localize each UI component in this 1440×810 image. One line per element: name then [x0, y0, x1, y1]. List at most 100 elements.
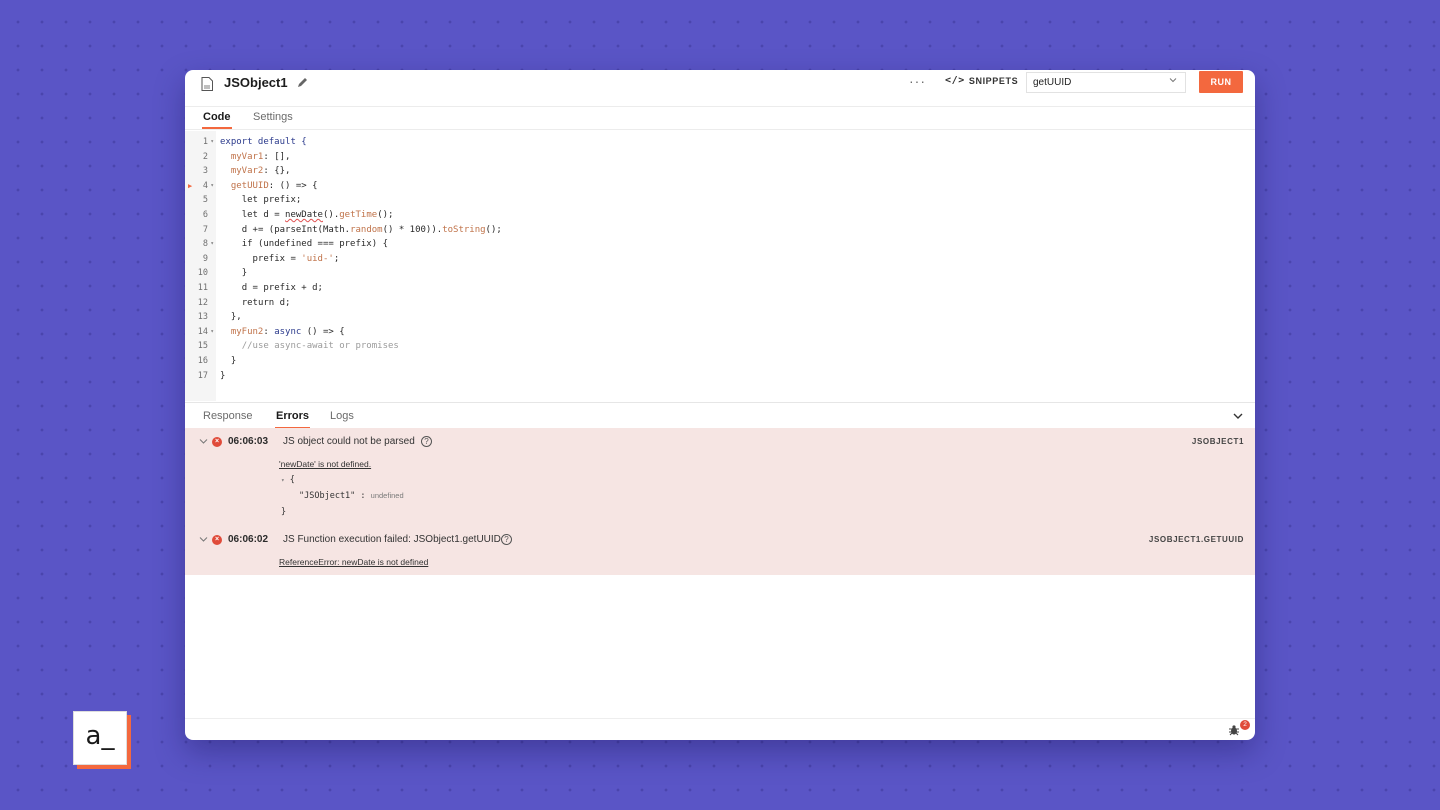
json-separator: :: [360, 491, 366, 501]
tab-errors[interactable]: Errors: [274, 410, 311, 429]
code-token: () => {: [301, 326, 345, 337]
bug-icon[interactable]: [1228, 724, 1240, 736]
logo-mark: a_: [73, 711, 127, 765]
tab-logs[interactable]: Logs: [330, 410, 354, 422]
line-number-text: 6: [202, 210, 208, 220]
tab-settings[interactable]: Settings: [253, 111, 293, 123]
code-token: d = prefix + d;: [241, 283, 323, 293]
code-line-3: myVar2: {},: [220, 164, 291, 179]
error-count-badge: 2: [1240, 720, 1250, 730]
expand-icon: ▾: [281, 477, 285, 484]
line-number-text: 5: [202, 195, 208, 206]
error-source[interactable]: JSOBJECT1.GETUUID: [1149, 535, 1244, 544]
line-number: 16: [185, 354, 216, 369]
errors-list: × 06:06:03 JS object could not be parsed…: [185, 428, 1255, 575]
appsmith-logo: a_: [73, 711, 131, 769]
snippets-button[interactable]: </> SNIPPETS: [945, 75, 1018, 86]
object-title[interactable]: JSObject1: [224, 75, 288, 90]
code-line-11: d = prefix + d;: [220, 281, 323, 296]
editor-tabs: Code Settings: [185, 108, 1255, 130]
line-number-text: 12: [197, 297, 208, 308]
line-number: 2: [185, 150, 216, 165]
debugger-footer: 2: [185, 718, 1255, 740]
line-number: 5: [185, 193, 216, 208]
snippets-label: SNIPPETS: [968, 75, 1019, 86]
run-marker-icon[interactable]: ▶: [188, 179, 192, 194]
code-token: d += (parseInt(Math.: [241, 224, 351, 235]
code-line-1: export default {: [220, 135, 307, 150]
help-icon[interactable]: ?: [421, 436, 432, 447]
pencil-icon[interactable]: [296, 77, 308, 89]
line-number-text: 4: [202, 180, 208, 191]
code-token: : {},: [263, 166, 291, 177]
more-options-icon[interactable]: ···: [909, 73, 926, 89]
response-tabs: Response Errors Logs: [185, 402, 1255, 429]
code-token: let prefix;: [241, 195, 302, 206]
line-number: 12: [185, 296, 216, 311]
help-icon[interactable]: ?: [501, 534, 512, 545]
code-token: :: [263, 326, 275, 337]
code-line-9: prefix = 'uid-';: [220, 252, 340, 267]
line-number-text: 2: [202, 151, 208, 162]
chevron-down-icon[interactable]: [199, 536, 208, 543]
line-number-text: 13: [197, 312, 208, 323]
line-number: 6: [185, 208, 216, 223]
code-token: prefix =: [252, 253, 302, 264]
code-line-8: if (undefined === prefix) {: [220, 237, 388, 252]
line-number: 10: [185, 266, 216, 281]
json-close: }: [281, 507, 287, 517]
code-token-error: newDate: [285, 210, 323, 220]
code-token: }: [230, 356, 237, 366]
code-token: ;: [333, 253, 340, 264]
code-line-2: myVar1: [],: [220, 150, 291, 165]
code-token: async: [274, 326, 302, 337]
chevron-down-icon[interactable]: [199, 438, 208, 445]
line-number-text: 16: [197, 356, 208, 366]
code-token: }: [220, 370, 226, 381]
code-token: () * 100)).: [382, 224, 443, 235]
json-toggle[interactable]: ▾ {: [281, 475, 295, 485]
code-line-4: getUUID: () => {: [220, 179, 318, 194]
code-token: : () => {: [268, 180, 318, 191]
code-token: let d =: [241, 210, 286, 220]
json-open: {: [289, 475, 295, 485]
error-detail[interactable]: 'newDate' is not defined.: [279, 459, 371, 469]
error-icon: ×: [212, 437, 222, 447]
line-number-text: 7: [202, 224, 208, 235]
code-token: ();: [485, 224, 502, 235]
code-token: }: [241, 268, 248, 279]
error-detail[interactable]: ReferenceError: newDate is not defined: [279, 557, 428, 567]
tab-response[interactable]: Response: [203, 410, 253, 422]
fold-icon[interactable]: ▾: [210, 237, 214, 252]
line-number: 15: [185, 339, 216, 354]
code-token: ().: [322, 210, 340, 220]
code-token: if (undefined === prefix) {: [241, 239, 388, 250]
line-number-text: 9: [202, 253, 208, 264]
json-entry: "JSObject1" : undefined: [299, 491, 404, 501]
collapse-panel-icon[interactable]: [1233, 412, 1243, 420]
code-line-16: }: [220, 354, 236, 369]
js-file-icon: [201, 77, 213, 91]
code-line-13: },: [220, 310, 242, 325]
error-source[interactable]: JSOBJECT1: [1192, 437, 1244, 446]
code-token: myVar2: [230, 166, 264, 177]
line-number-text: 11: [197, 283, 208, 293]
line-number: 7: [185, 223, 216, 238]
line-number: ▶ 4 ▾: [185, 179, 216, 194]
fold-icon[interactable]: ▾: [210, 135, 214, 150]
chevron-down-icon: [1169, 78, 1177, 83]
json-key: "JSObject1": [299, 491, 356, 501]
function-select[interactable]: getUUID: [1026, 72, 1186, 93]
code-token: getUUID: [230, 180, 269, 191]
line-number-text: 15: [197, 341, 208, 352]
fold-icon[interactable]: ▾: [210, 179, 214, 194]
code-token: toString: [442, 224, 486, 235]
code-comment: //use async-await or promises: [241, 341, 399, 352]
code-token: },: [230, 312, 242, 323]
run-button[interactable]: RUN: [1199, 71, 1243, 93]
tab-code[interactable]: Code: [202, 111, 231, 129]
code-icon: </>: [945, 75, 965, 86]
fold-icon[interactable]: ▾: [210, 325, 214, 340]
error-timestamp: 06:06:02: [228, 534, 269, 545]
code-editor[interactable]: 1 ▾ 2 3 ▶ 4 ▾ 5 6 7 8 ▾ 9 10 11 12 13 14 ▾ 15 16 17 export de…: [185, 135, 1255, 395]
